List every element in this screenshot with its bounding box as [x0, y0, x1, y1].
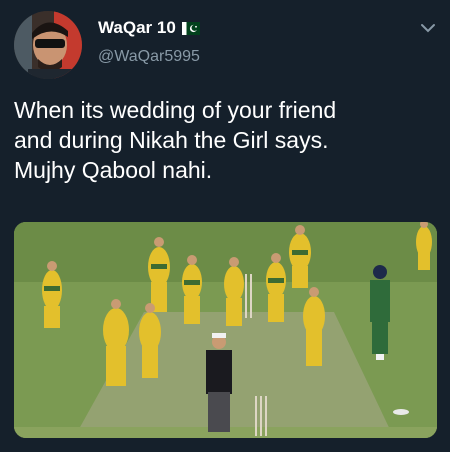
tweet-text-line: and during Nikah the Girl says. [14, 127, 329, 153]
author-display-name[interactable]: WaQar 10 [98, 18, 176, 38]
pakistan-flag-icon [181, 21, 200, 35]
cricket-celebration-photo [14, 222, 437, 438]
tweet-text-line: Mujhy Qabool nahi. [14, 157, 213, 183]
author-name-row[interactable]: WaQar 10 [98, 18, 200, 38]
tweet-card[interactable]: WaQar 10 @WaQar5995 When its wedding of … [0, 0, 450, 452]
tweet-media[interactable] [14, 222, 437, 438]
tweet-text: When its wedding of your friend and duri… [14, 95, 439, 185]
author-handle[interactable]: @WaQar5995 [98, 48, 200, 66]
tweet-text-line: When its wedding of your friend [14, 97, 337, 123]
profile-photo [14, 11, 82, 79]
avatar[interactable] [14, 11, 82, 79]
chevron-down-icon[interactable] [420, 22, 436, 34]
